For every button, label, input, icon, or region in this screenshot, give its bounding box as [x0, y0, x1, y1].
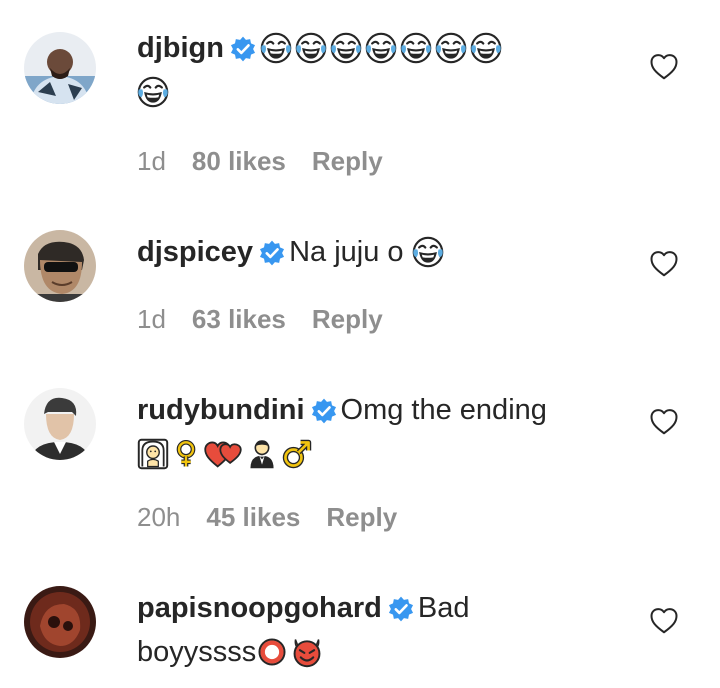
verified-badge-icon — [388, 596, 414, 622]
avatar[interactable] — [24, 230, 96, 302]
comment-item: rudybundini Omg the ending 20h 45 likes Rep… — [0, 360, 720, 560]
comment-meta: 20h 45 likes Reply — [137, 502, 423, 533]
username[interactable]: rudybundini — [137, 394, 305, 426]
reply-button[interactable]: Reply — [312, 146, 383, 176]
face-with-tears-of-joy-icon — [435, 32, 467, 64]
female-sign-icon — [172, 438, 200, 470]
hollow-red-circle-icon — [256, 636, 288, 668]
avatar[interactable] — [24, 32, 96, 104]
username[interactable]: djspicey — [137, 236, 253, 268]
face-with-tears-of-joy-icon — [470, 32, 502, 64]
timestamp[interactable]: 20h — [137, 502, 180, 532]
comment-item: djspicey Na juju o 1d 63 likes Reply — [0, 200, 720, 360]
verified-badge-icon — [311, 398, 337, 424]
like-heart-icon[interactable] — [649, 606, 679, 636]
face-with-tears-of-joy-icon — [365, 32, 397, 64]
comment-meta: 1d 80 likes Reply — [137, 146, 409, 177]
bride-with-veil-icon — [137, 438, 169, 470]
avatar[interactable] — [24, 388, 96, 460]
face-with-tears-of-joy-icon — [400, 32, 432, 64]
comment-body-continued: boyyssss — [137, 636, 257, 668]
comment-text: rudybundini Omg the ending — [137, 388, 617, 476]
comment-body: Na juju o — [289, 236, 404, 268]
face-with-tears-of-joy-icon — [137, 76, 169, 108]
two-hearts-icon — [203, 438, 243, 470]
man-in-tuxedo-icon — [246, 438, 278, 470]
avatar[interactable] — [24, 586, 96, 658]
verified-badge-icon — [259, 240, 285, 266]
like-heart-icon[interactable] — [649, 52, 679, 82]
smiling-face-with-horns-icon — [291, 636, 323, 668]
comment-text: papisnoopgohard Bad boyyssss — [137, 586, 617, 674]
comment-meta: 1d 63 likes Reply — [137, 304, 409, 335]
face-with-tears-of-joy-icon — [260, 32, 292, 64]
like-heart-icon[interactable] — [649, 407, 679, 437]
like-heart-icon[interactable] — [649, 249, 679, 279]
face-with-tears-of-joy-icon — [295, 32, 327, 64]
likes-count[interactable]: 63 likes — [192, 304, 286, 334]
comment-item: papisnoopgohard Bad boyyssss — [0, 560, 720, 688]
comment-body: Omg the ending — [340, 394, 547, 426]
face-with-tears-of-joy-icon — [412, 236, 444, 268]
timestamp[interactable]: 1d — [137, 304, 166, 334]
verified-badge-icon — [230, 36, 256, 62]
reply-button[interactable]: Reply — [326, 502, 397, 532]
username[interactable]: djbign — [137, 32, 224, 64]
face-with-tears-of-joy-icon — [330, 32, 362, 64]
comment-text: djbign — [137, 26, 617, 114]
comment-item: djbign 1d 80 likes Reply — [0, 0, 720, 200]
likes-count[interactable]: 80 likes — [192, 146, 286, 176]
comment-body: Bad — [417, 592, 470, 624]
username[interactable]: papisnoopgohard — [137, 592, 382, 624]
reply-button[interactable]: Reply — [312, 304, 383, 334]
likes-count[interactable]: 45 likes — [206, 502, 300, 532]
timestamp[interactable]: 1d — [137, 146, 166, 176]
male-sign-icon — [281, 438, 313, 470]
comment-text: djspicey Na juju o — [137, 230, 617, 274]
